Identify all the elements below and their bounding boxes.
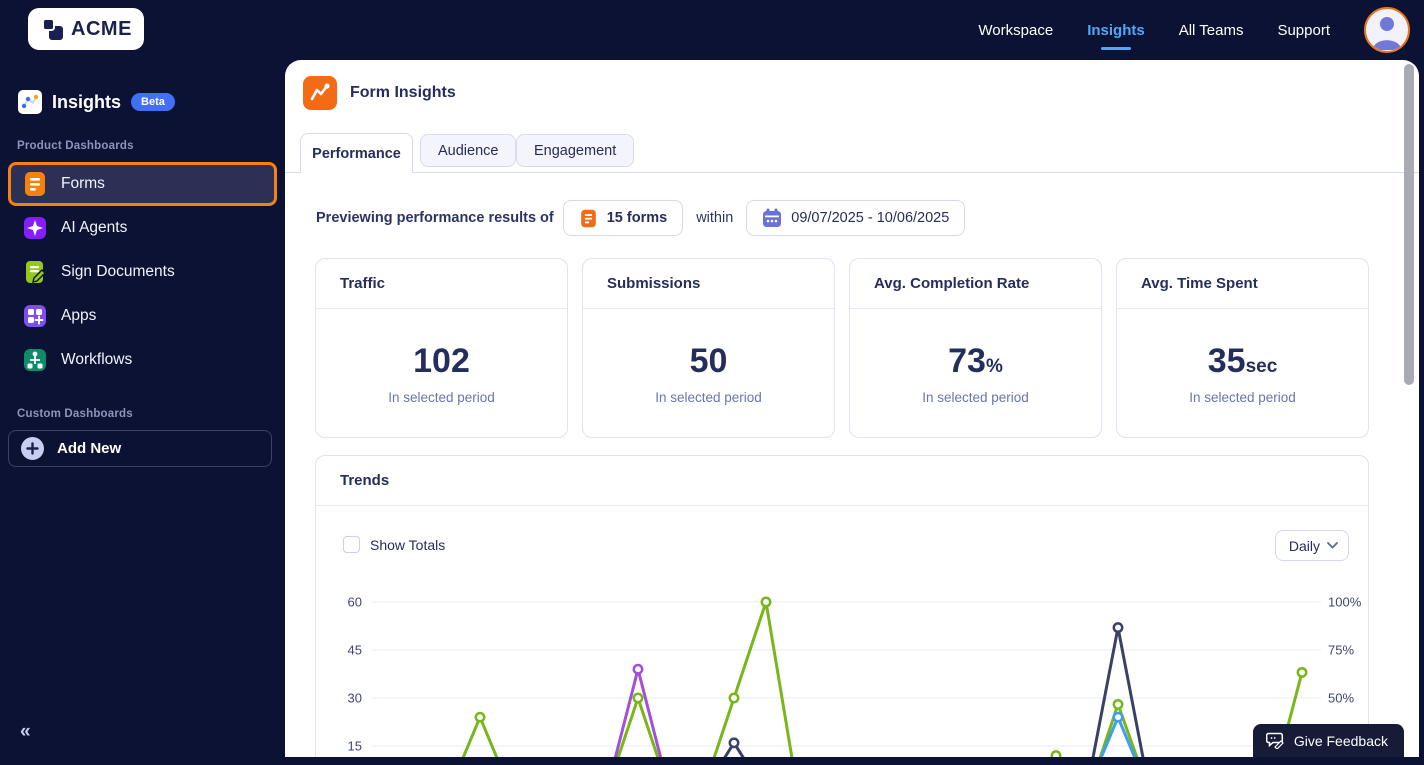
stat-caption: In selected period xyxy=(922,390,1029,405)
within-label: within xyxy=(696,210,734,226)
stat-caption: In selected period xyxy=(655,390,762,405)
sidebar-item-workflows[interactable]: Workflows xyxy=(8,338,277,382)
sidebar-item-apps[interactable]: Apps xyxy=(8,294,277,338)
sidebar-collapse-icon[interactable]: « xyxy=(20,721,31,743)
sidebar-item-label: Workflows xyxy=(61,351,133,368)
forms-filter-button[interactable]: 15 forms xyxy=(562,200,684,236)
stat-value: 102 xyxy=(413,342,470,380)
nav-insights[interactable]: Insights xyxy=(1087,22,1145,39)
sidebar-item-label: Apps xyxy=(61,307,97,324)
beta-badge: Beta xyxy=(131,93,175,111)
feedback-icon xyxy=(1265,732,1284,749)
filter-bar: Previewing performance results of 15 for… xyxy=(316,200,966,236)
tab-divider xyxy=(285,172,1419,173)
stat-card-submissions: Submissions 50 In selected period xyxy=(582,258,835,438)
stat-card-traffic: Traffic 102 In selected period xyxy=(315,258,568,438)
date-range-label: 09/07/2025 - 10/06/2025 xyxy=(791,210,950,226)
trends-chart: 60 45 30 15 100% 75% 50% xyxy=(348,595,1362,757)
plus-circle-icon xyxy=(21,437,44,460)
sidebar-item-label: Forms xyxy=(61,175,105,192)
trends-card: Trends Show Totals Daily 60 45 30 15 100% 75%… xyxy=(315,455,1369,757)
workflows-icon xyxy=(24,349,46,371)
nav-support[interactable]: Support xyxy=(1277,22,1330,39)
acme-logo[interactable]: ACME xyxy=(28,8,144,50)
sidebar-item-label: Sign Documents xyxy=(61,263,175,280)
add-new-button[interactable]: Add New xyxy=(8,430,272,467)
page-header: Form Insights xyxy=(303,76,456,110)
section-label-product-dashboards: Product Dashboards xyxy=(17,140,134,152)
stat-title: Avg. Completion Rate xyxy=(850,259,1101,309)
sidebar-item-forms[interactable]: Forms xyxy=(8,162,277,206)
stat-caption: In selected period xyxy=(388,390,495,405)
svg-text:15: 15 xyxy=(348,739,362,754)
sidebar: Insights Beta Product Dashboards Forms A… xyxy=(0,60,285,765)
give-feedback-label: Give Feedback xyxy=(1293,732,1388,749)
show-totals-checkbox[interactable] xyxy=(343,536,360,553)
sidebar-item-ai-agents[interactable]: AI Agents xyxy=(8,206,277,250)
add-new-label: Add New xyxy=(57,440,122,457)
show-totals-toggle[interactable]: Show Totals xyxy=(343,536,445,553)
svg-text:30: 30 xyxy=(348,691,362,706)
sidebar-title: Insights xyxy=(52,91,122,112)
logo-text: ACME xyxy=(71,17,132,40)
svg-text:50%: 50% xyxy=(1328,691,1354,706)
show-totals-label: Show Totals xyxy=(370,536,446,553)
stat-value: 73% xyxy=(948,342,1003,380)
user-icon xyxy=(1373,17,1401,50)
ai-agents-icon xyxy=(24,217,46,239)
stat-value: 35sec xyxy=(1207,342,1278,380)
forms-icon xyxy=(25,172,45,196)
stat-value: 50 xyxy=(689,342,728,380)
svg-text:75%: 75% xyxy=(1328,643,1354,658)
forms-filter-label: 15 forms xyxy=(606,210,668,226)
avatar[interactable] xyxy=(1364,7,1410,53)
vertical-scrollbar-thumb[interactable] xyxy=(1404,64,1414,385)
sidebar-item-sign-documents[interactable]: Sign Documents xyxy=(8,250,277,294)
acme-logo-icon xyxy=(42,18,64,40)
interval-select[interactable]: Daily xyxy=(1274,530,1349,561)
sidebar-item-label: AI Agents xyxy=(61,219,128,236)
nav-all-teams[interactable]: All Teams xyxy=(1179,22,1244,39)
form-icon xyxy=(580,209,596,227)
nav-workspace[interactable]: Workspace xyxy=(978,22,1053,39)
svg-text:60: 60 xyxy=(348,595,362,610)
form-insights-icon xyxy=(303,76,337,110)
tab-engagement[interactable]: Engagement xyxy=(516,134,635,167)
chevron-down-icon xyxy=(1327,542,1338,549)
apps-icon xyxy=(24,305,46,327)
calendar-icon xyxy=(763,208,782,227)
stat-title: Avg. Time Spent xyxy=(1117,259,1368,309)
date-range-button[interactable]: 09/07/2025 - 10/06/2025 xyxy=(746,200,966,236)
insights-app-icon xyxy=(18,90,42,114)
stat-caption: In selected period xyxy=(1189,390,1296,405)
svg-text:45: 45 xyxy=(348,643,362,658)
stat-title: Traffic xyxy=(316,259,567,309)
tab-performance[interactable]: Performance xyxy=(300,133,413,173)
stat-card-completion-rate: Avg. Completion Rate 73% In selected per… xyxy=(849,258,1102,438)
top-navigation: Workspace Insights All Teams Support xyxy=(978,0,1410,60)
give-feedback-button[interactable]: Give Feedback xyxy=(1252,724,1404,757)
page-title: Form Insights xyxy=(350,84,456,101)
filter-text: Previewing performance results of xyxy=(316,210,554,226)
main-content: Form Insights Performance Audience Engag… xyxy=(285,60,1419,757)
tab-audience[interactable]: Audience xyxy=(420,134,517,167)
stat-card-time-spent: Avg. Time Spent 35sec In selected period xyxy=(1116,258,1369,438)
stat-title: Submissions xyxy=(583,259,834,309)
stat-cards-row: Traffic 102 In selected period Submissio… xyxy=(315,258,1369,438)
section-label-custom-dashboards: Custom Dashboards xyxy=(17,408,133,420)
trends-title: Trends xyxy=(316,456,1368,506)
sign-documents-icon xyxy=(26,261,46,283)
interval-value: Daily xyxy=(1288,537,1320,554)
svg-text:100%: 100% xyxy=(1328,595,1362,610)
trends-chart-area: 60 45 30 15 100% 75% 50% xyxy=(331,576,1371,757)
